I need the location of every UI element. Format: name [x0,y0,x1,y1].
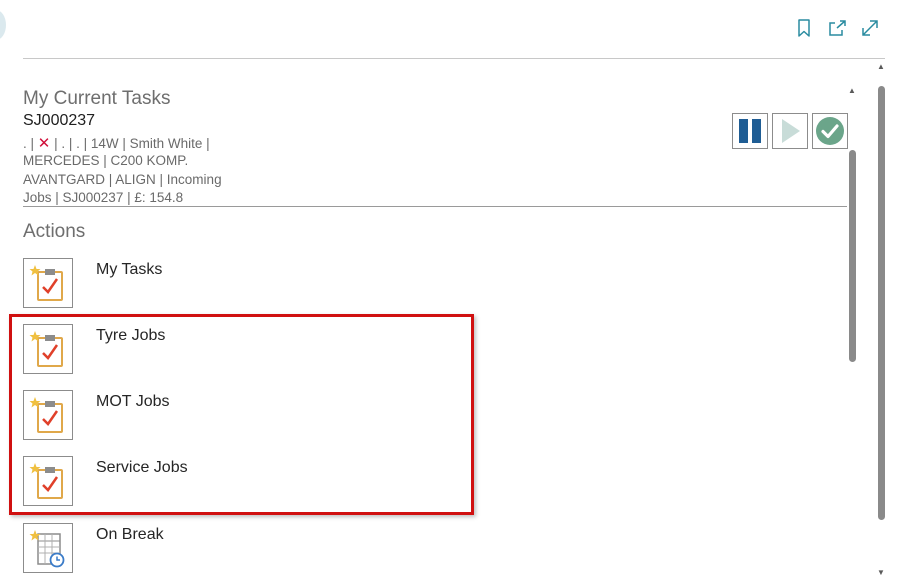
highlight-annotation-box [9,314,474,515]
outer-scrollbar-thumb[interactable] [878,86,885,520]
check-circle-icon [816,117,844,145]
complete-button[interactable] [812,113,848,149]
task-details-line-4: Jobs | SJ000237 | £: 154.8 [23,190,184,205]
inner-scrollbar-thumb[interactable] [849,150,856,362]
pause-button[interactable] [732,113,768,149]
task-details-prefix: . | [23,136,38,151]
corner-decoration [0,10,6,40]
pause-icon [739,119,761,143]
action-label: My Tasks [96,261,163,278]
action-on-break[interactable]: On Break [23,523,223,575]
task-details-line-2: MERCEDES | C200 KOMP. [23,153,189,168]
task-details-line-1: . | ✕ | . | . | 14W | Smith White | [23,134,210,152]
current-tasks-title: My Current Tasks [23,88,171,109]
expand-icon[interactable] [859,17,881,39]
task-details-line-3: AVANTGARD | ALIGN | Incoming [23,172,222,187]
outer-scroll-down-arrow[interactable]: ▼ [876,568,886,578]
play-icon [782,119,800,143]
task-details-suffix: | . | . | 14W | Smith White | [50,136,210,151]
calendar-clock-icon [23,523,73,573]
cross-icon: ✕ [37,135,51,152]
bookmark-icon[interactable] [793,17,815,39]
inner-scroll-up-arrow[interactable]: ▲ [847,86,857,96]
outer-scroll-up-arrow[interactable]: ▲ [876,62,886,72]
clipboard-check-icon [23,258,73,308]
header-divider [23,58,885,59]
action-my-tasks[interactable]: My Tasks [23,258,223,310]
action-label: On Break [96,526,164,543]
play-button[interactable] [772,113,808,149]
actions-title: Actions [23,221,86,242]
current-tasks-divider [23,206,847,207]
task-id[interactable]: SJ000237 [23,112,95,130]
open-in-new-window-icon[interactable] [826,17,848,39]
